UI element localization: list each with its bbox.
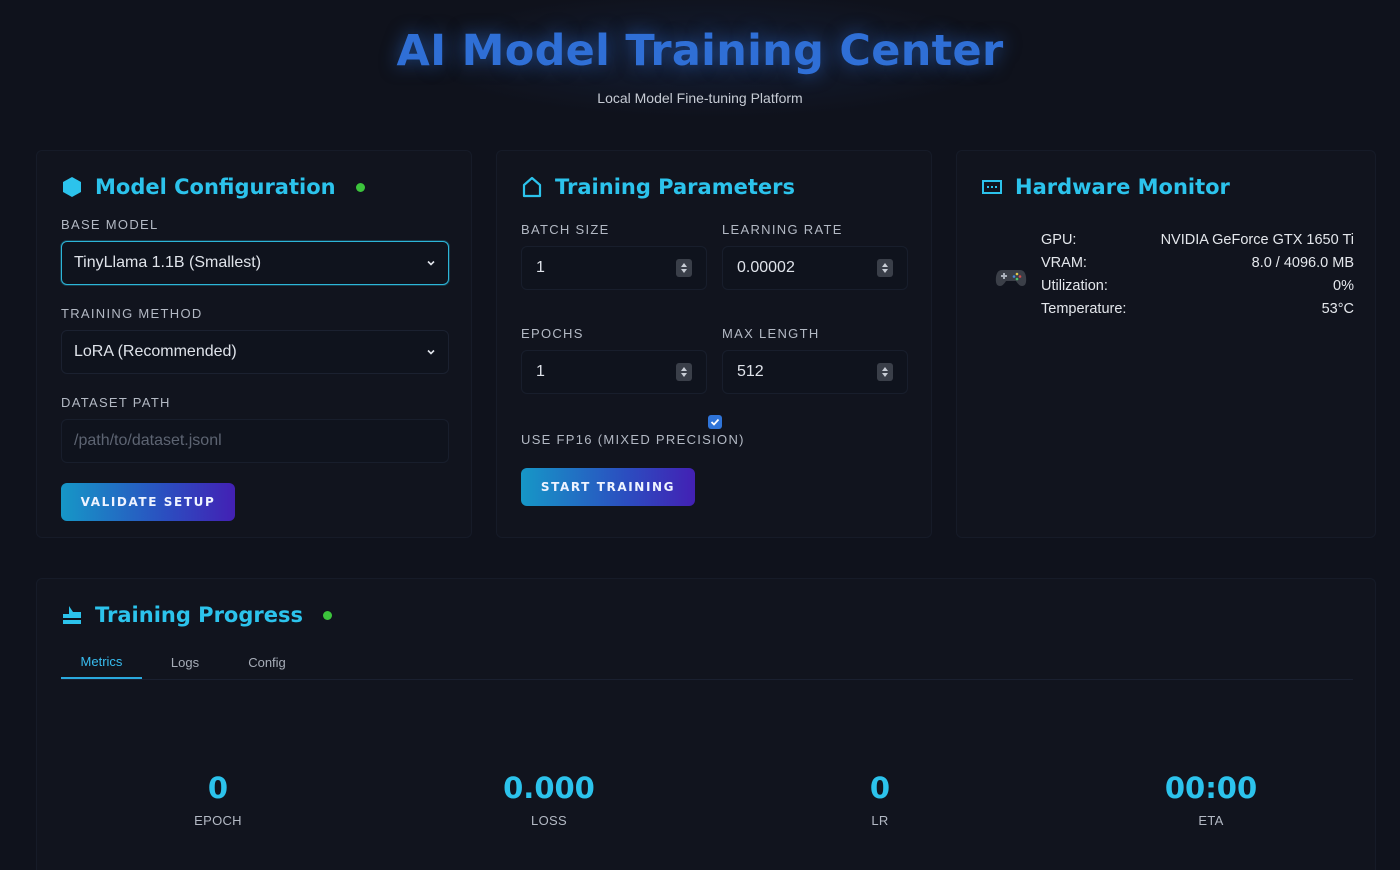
tab-logs[interactable]: Logs: [145, 645, 225, 679]
hw-key: Temperature:: [1041, 301, 1127, 317]
hw-key: GPU:: [1041, 232, 1077, 248]
start-training-button[interactable]: Start Training: [521, 468, 695, 506]
checkmark-icon: [710, 418, 720, 426]
status-indicator: [355, 182, 365, 192]
batch-size-value: 1: [536, 259, 545, 276]
training-progress-title: Training Progress: [95, 603, 303, 627]
epochs-label: Epochs: [521, 326, 584, 341]
hw-row-utilization: Utilization: 0%: [1041, 278, 1354, 298]
chevron-down-icon: [426, 258, 436, 268]
tab-metrics[interactable]: Metrics: [61, 645, 142, 679]
hw-key: Utilization:: [1041, 278, 1108, 294]
status-indicator: [323, 610, 332, 620]
base-model-label: Base Model: [61, 217, 159, 232]
tabs-divider: [61, 679, 1353, 680]
hardware-monitor-header: Hardware Monitor: [981, 175, 1230, 199]
fp16-checkbox[interactable]: [708, 415, 722, 429]
stepper-icon[interactable]: [877, 363, 893, 381]
metric-caption: EPOCH: [194, 813, 242, 828]
training-method-value: LoRA (Recommended): [74, 343, 237, 360]
max-length-label: Max Length: [722, 326, 820, 341]
hw-row-gpu: GPU: NVIDIA GeForce GTX 1650 Ti: [1041, 232, 1354, 252]
hw-value: 53°C: [1321, 301, 1354, 317]
metric-caption: LR: [871, 813, 889, 828]
training-progress-card: Training Progress Metrics Logs Config 0 …: [36, 578, 1376, 870]
metric-value: 0: [869, 771, 891, 805]
hexagon-icon: [61, 176, 83, 198]
metric-eta: 00:00 ETA: [1111, 771, 1311, 828]
chart-icon: [61, 604, 83, 626]
tab-config[interactable]: Config: [227, 645, 307, 679]
base-model-select[interactable]: TinyLlama 1.1B (Smallest): [61, 241, 449, 285]
metric-caption: LOSS: [531, 813, 567, 828]
epochs-value: 1: [536, 363, 545, 380]
fp16-label: Use FP16 (Mixed Precision): [521, 432, 745, 447]
hw-key: VRAM:: [1041, 255, 1087, 271]
epochs-input[interactable]: 1: [521, 350, 707, 394]
validate-setup-button[interactable]: Validate Setup: [61, 483, 235, 521]
dataset-path-label: Dataset Path: [61, 395, 171, 410]
metric-value: 00:00: [1164, 771, 1258, 805]
batch-size-label: Batch Size: [521, 222, 610, 237]
training-method-select[interactable]: LoRA (Recommended): [61, 330, 449, 374]
chevron-down-icon: [426, 347, 436, 357]
dataset-path-placeholder: /path/to/dataset.jsonl: [74, 432, 222, 449]
dataset-path-input[interactable]: /path/to/dataset.jsonl: [61, 419, 449, 463]
training-params-title: Training Parameters: [555, 175, 795, 199]
gamepad-icon: [995, 264, 1027, 290]
home-icon: [521, 176, 543, 198]
hw-value: 8.0 / 4096.0 MB: [1251, 255, 1354, 271]
app-subtitle: Local Model Fine-tuning Platform: [597, 90, 803, 106]
max-length-input[interactable]: 512: [722, 350, 908, 394]
hardware-monitor-card: Hardware Monitor GPU: NVIDIA GeForce GTX…: [956, 150, 1376, 538]
hw-row-temperature: Temperature: 53°C: [1041, 301, 1354, 321]
metric-lr: 0 LR: [780, 771, 980, 828]
hw-value: 0%: [1333, 278, 1354, 294]
stepper-icon[interactable]: [877, 259, 893, 277]
stepper-icon[interactable]: [676, 363, 692, 381]
base-model-value: TinyLlama 1.1B (Smallest): [74, 254, 262, 271]
training-progress-header: Training Progress: [61, 603, 332, 627]
learning-rate-input[interactable]: 0.00002: [722, 246, 908, 290]
metric-loss: 0.000 LOSS: [449, 771, 649, 828]
learning-rate-value: 0.00002: [737, 259, 795, 276]
batch-size-input[interactable]: 1: [521, 246, 707, 290]
metric-value: 0: [207, 771, 229, 805]
model-config-header: Model Configuration: [61, 175, 365, 199]
hw-value: NVIDIA GeForce GTX 1650 Ti: [1160, 232, 1354, 248]
app-title: AI Model Training Center: [396, 26, 1004, 76]
training-params-header: Training Parameters: [521, 175, 795, 199]
model-config-title: Model Configuration: [95, 175, 336, 199]
stepper-icon[interactable]: [676, 259, 692, 277]
training-method-label: Training Method: [61, 306, 203, 321]
metric-caption: ETA: [1198, 813, 1224, 828]
monitor-icon: [981, 176, 1003, 198]
hw-row-vram: VRAM: 8.0 / 4096.0 MB: [1041, 255, 1354, 275]
metric-epoch: 0 EPOCH: [118, 771, 318, 828]
model-config-card: Model Configuration Base Model TinyLlama…: [36, 150, 472, 538]
hardware-monitor-title: Hardware Monitor: [1015, 175, 1230, 199]
training-params-card: Training Parameters Batch Size 1 Learnin…: [496, 150, 932, 538]
metric-value: 0.000: [503, 771, 595, 805]
max-length-value: 512: [737, 363, 764, 380]
learning-rate-label: Learning Rate: [722, 222, 843, 237]
